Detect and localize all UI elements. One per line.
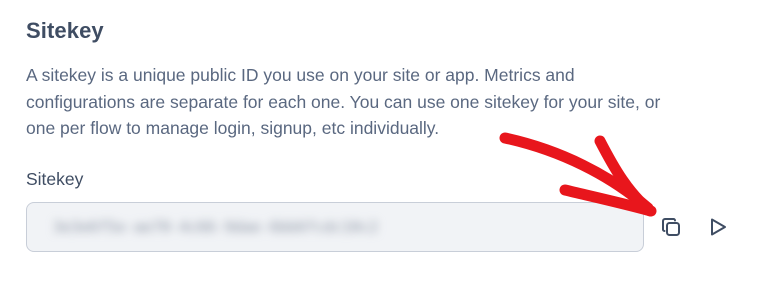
sitekey-value[interactable]: 3e3e6f5e-ae70-4c66-9dae-6bb6fcdc10c2 bbox=[53, 215, 445, 239]
run-button[interactable] bbox=[703, 212, 733, 242]
play-icon bbox=[711, 218, 726, 236]
copy-button[interactable] bbox=[656, 212, 686, 242]
copy-icon bbox=[662, 218, 680, 236]
section-title: Sitekey bbox=[26, 18, 104, 43]
sitekey-label: Sitekey bbox=[26, 169, 84, 189]
sitekey-field[interactable]: 3e3e6f5e-ae70-4c66-9dae-6bb6fcdc10c2 bbox=[26, 202, 644, 252]
section-description: A sitekey is a unique public ID you use … bbox=[26, 65, 661, 138]
